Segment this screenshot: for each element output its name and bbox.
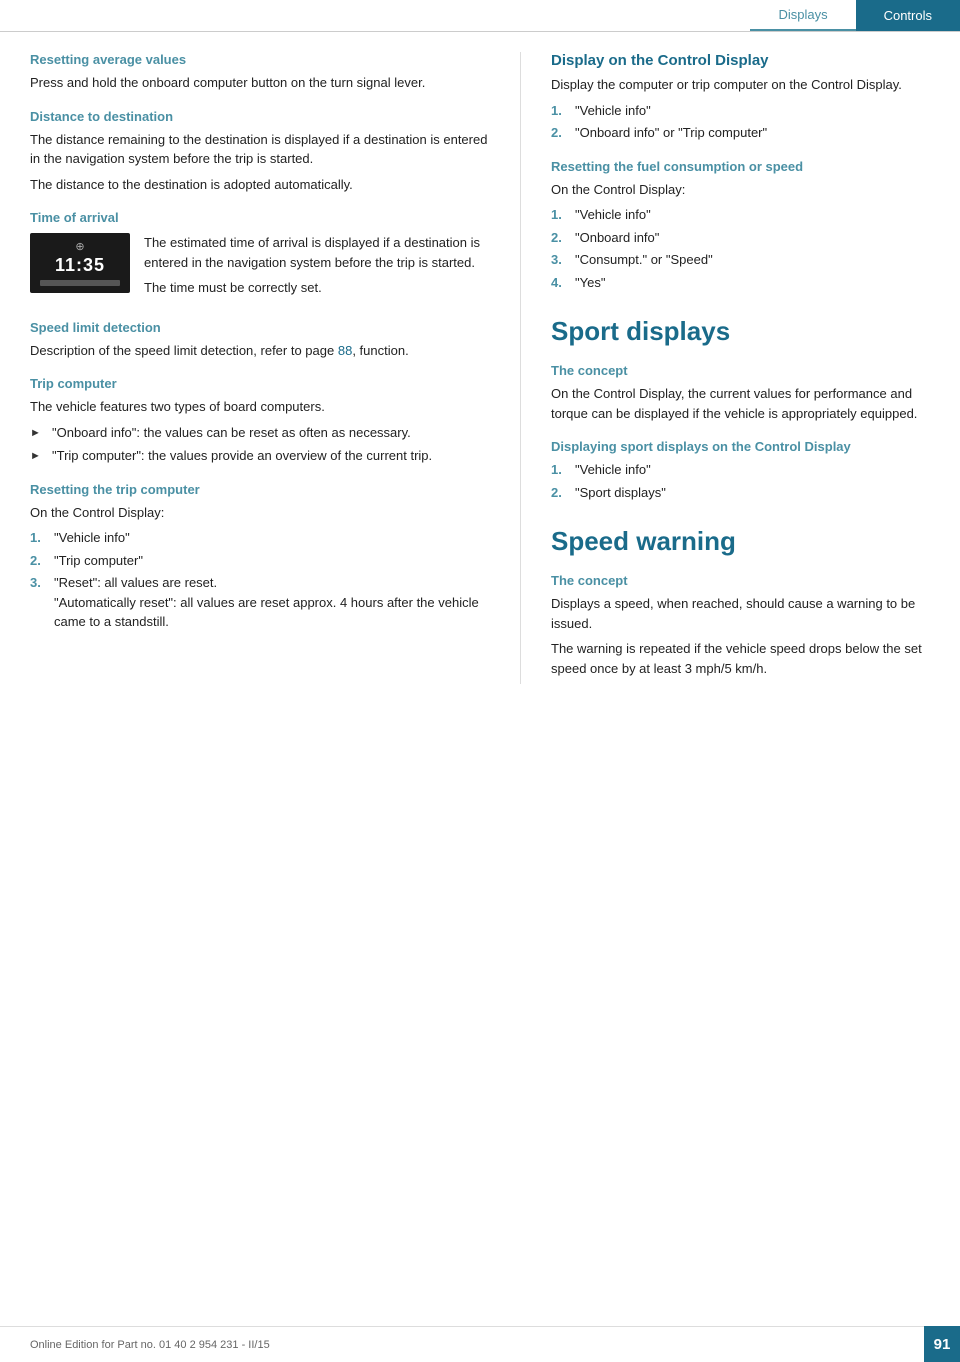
time-arrival-row: ⊕ 11:35 The estimated time of arrival is… bbox=[30, 233, 490, 304]
list-item: ► "Onboard info": the values can be rese… bbox=[30, 423, 490, 443]
list-num: 3. bbox=[551, 250, 567, 270]
section-trip-computer-body: The vehicle features two types of board … bbox=[30, 397, 490, 417]
time-desc1: The estimated time of arrival is display… bbox=[144, 233, 490, 272]
section-speed-limit-heading: Speed limit detection bbox=[30, 320, 490, 335]
reset-trip-note: "Automatically reset": all values are re… bbox=[54, 595, 479, 630]
section-trip-computer-heading: Trip computer bbox=[30, 376, 490, 391]
bullet-text: "Onboard info": the values can be reset … bbox=[52, 423, 411, 443]
section-resetting-average-body: Press and hold the onboard computer butt… bbox=[30, 73, 490, 93]
page-footer: Online Edition for Part no. 01 40 2 954 … bbox=[0, 1326, 960, 1362]
section-distance-body2: The distance to the destination is adopt… bbox=[30, 175, 490, 195]
list-num: 3. bbox=[30, 573, 46, 632]
time-display-box: ⊕ 11:35 bbox=[30, 233, 130, 293]
speed-warning-concept-heading: The concept bbox=[551, 573, 930, 588]
trip-computer-bullet-list: ► "Onboard info": the values can be rese… bbox=[30, 423, 490, 466]
arrow-icon: ► bbox=[30, 446, 44, 466]
section-resetting-average-heading: Resetting average values bbox=[30, 52, 490, 67]
speed-warning-body1: Displays a speed, when reached, should c… bbox=[551, 594, 930, 633]
list-item: 2."Onboard info" or "Trip computer" bbox=[551, 123, 930, 143]
section-display-control-body: Display the computer or trip computer on… bbox=[551, 75, 930, 95]
section-reset-fuel-heading: Resetting the fuel consumption or speed bbox=[551, 159, 930, 174]
list-item: 1."Vehicle info" bbox=[551, 101, 930, 121]
tab-displays-label: Displays bbox=[778, 7, 827, 22]
bullet-text: "Trip computer": the values provide an o… bbox=[52, 446, 432, 466]
list-item: 1."Vehicle info" bbox=[551, 205, 930, 225]
page-header: Displays Controls bbox=[0, 0, 960, 32]
left-column: Resetting average values Press and hold … bbox=[30, 52, 490, 684]
display-control-list: 1."Vehicle info" 2."Onboard info" or "Tr… bbox=[551, 101, 930, 143]
list-item: 3. "Reset": all values are reset. "Autom… bbox=[30, 573, 490, 632]
footer-text: Online Edition for Part no. 01 40 2 954 … bbox=[30, 1339, 270, 1351]
page-number: 91 bbox=[924, 1326, 960, 1362]
section-reset-trip-intro: On the Control Display: bbox=[30, 503, 490, 523]
section-distance-heading: Distance to destination bbox=[30, 109, 490, 124]
list-num: 2. bbox=[551, 123, 567, 143]
sport-displays-heading: Sport displays bbox=[551, 316, 930, 347]
time-value: 11:35 bbox=[55, 255, 105, 276]
time-box-bar bbox=[40, 280, 120, 286]
section-display-control-heading: Display on the Control Display bbox=[551, 52, 930, 69]
list-num: 1. bbox=[551, 205, 567, 225]
list-num: 2. bbox=[551, 228, 567, 248]
list-item: 1."Vehicle info" bbox=[30, 528, 490, 548]
sport-concept-heading: The concept bbox=[551, 363, 930, 378]
speed-warning-heading: Speed warning bbox=[551, 526, 930, 557]
list-num: 2. bbox=[551, 483, 567, 503]
time-desc2: The time must be correctly set. bbox=[144, 278, 490, 298]
right-column: Display on the Control Display Display t… bbox=[520, 52, 930, 684]
list-item: 4."Yes" bbox=[551, 273, 930, 293]
tab-controls[interactable]: Controls bbox=[856, 0, 960, 31]
list-item: 2."Sport displays" bbox=[551, 483, 930, 503]
header-tabs: Displays Controls bbox=[750, 0, 960, 31]
list-num: 1. bbox=[551, 101, 567, 121]
tab-controls-label: Controls bbox=[884, 8, 932, 23]
tab-displays[interactable]: Displays bbox=[750, 0, 855, 31]
speed-warning-body2: The warning is repeated if the vehicle s… bbox=[551, 639, 930, 678]
reset-trip-list: 1."Vehicle info" 2."Trip computer" 3. "R… bbox=[30, 528, 490, 632]
section-time-heading: Time of arrival bbox=[30, 210, 490, 225]
section-reset-fuel-intro: On the Control Display: bbox=[551, 180, 930, 200]
sport-display-heading: Displaying sport displays on the Control… bbox=[551, 439, 930, 454]
time-desc: The estimated time of arrival is display… bbox=[144, 233, 490, 304]
section-distance-body1: The distance remaining to the destinatio… bbox=[30, 130, 490, 169]
list-num: 2. bbox=[30, 551, 46, 571]
sport-concept-body: On the Control Display, the current valu… bbox=[551, 384, 930, 423]
section-speed-limit-body: Description of the speed limit detection… bbox=[30, 341, 490, 361]
list-item: ► "Trip computer": the values provide an… bbox=[30, 446, 490, 466]
list-item: 2."Onboard info" bbox=[551, 228, 930, 248]
reset-fuel-list: 1."Vehicle info" 2."Onboard info" 3."Con… bbox=[551, 205, 930, 292]
clock-icon: ⊕ bbox=[75, 240, 84, 253]
section-reset-trip-heading: Resetting the trip computer bbox=[30, 482, 490, 497]
list-item: 3."Consumpt." or "Speed" bbox=[551, 250, 930, 270]
list-num: 1. bbox=[30, 528, 46, 548]
list-item: 2."Trip computer" bbox=[30, 551, 490, 571]
main-content: Resetting average values Press and hold … bbox=[0, 32, 960, 704]
sport-display-list: 1."Vehicle info" 2."Sport displays" bbox=[551, 460, 930, 502]
page-link[interactable]: 88 bbox=[338, 343, 352, 358]
list-num: 4. bbox=[551, 273, 567, 293]
arrow-icon: ► bbox=[30, 423, 44, 443]
list-num: 1. bbox=[551, 460, 567, 480]
list-item: 1."Vehicle info" bbox=[551, 460, 930, 480]
